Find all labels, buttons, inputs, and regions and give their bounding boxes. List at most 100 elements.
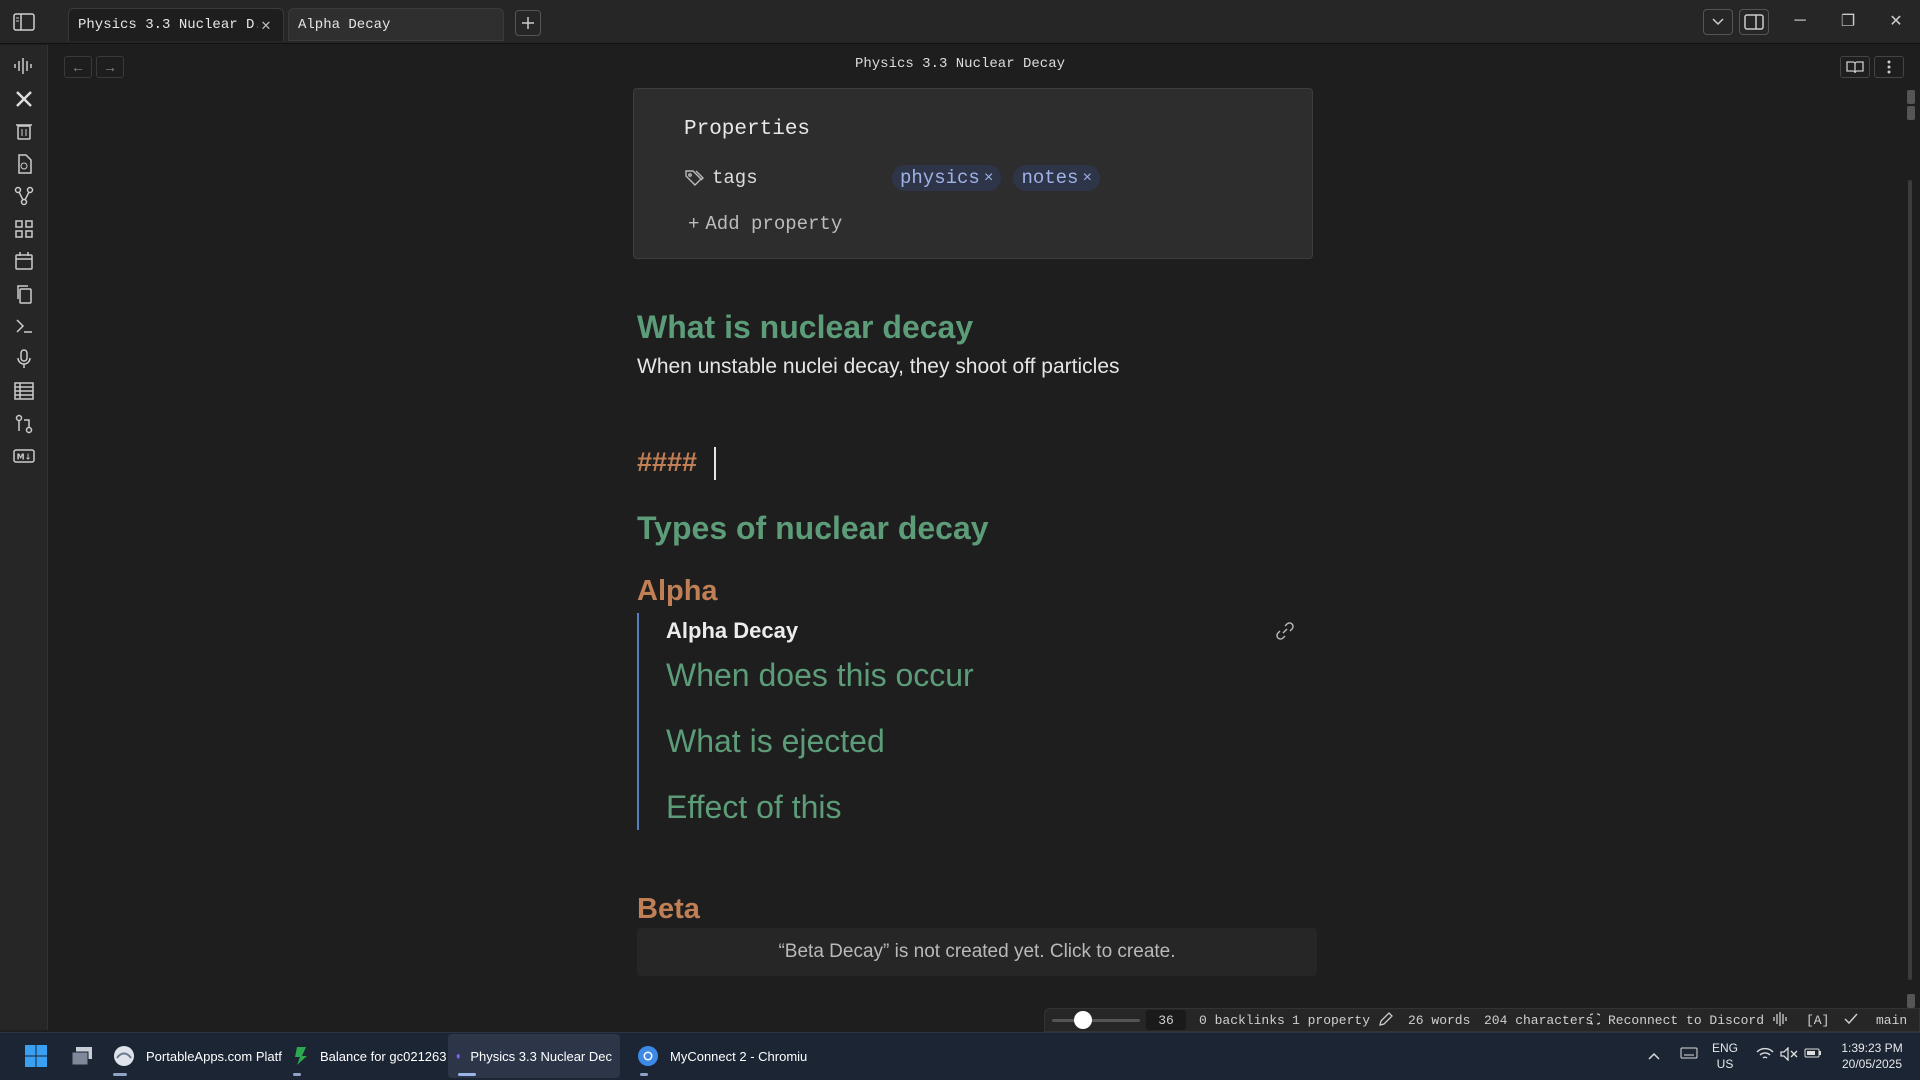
taskbar-app-label: Balance for gc021263 (320, 1048, 447, 1064)
tags-key-label: tags (712, 167, 758, 189)
taskbar-app-chromium[interactable]: MyConnect 2 - Chromiu (628, 1034, 815, 1078)
word-count: 26 words (1408, 1013, 1471, 1028)
scroll-marker (1907, 994, 1915, 1008)
copy-files-icon[interactable] (10, 281, 38, 307)
taskbar-app-balance[interactable]: Balance for gc021263 (284, 1034, 454, 1078)
taskbar-app-label: MyConnect 2 - Chromiu (670, 1048, 808, 1064)
git-branch[interactable]: main (1876, 1013, 1907, 1028)
microphone-icon[interactable] (10, 346, 38, 372)
tab-alpha-decay[interactable]: Alpha Decay (288, 8, 504, 41)
embed-heading: What is ejected (666, 723, 885, 759)
reading-view-icon[interactable] (1840, 56, 1870, 78)
add-property-button[interactable]: + Add property (688, 213, 842, 235)
remove-tag-icon[interactable]: × (984, 169, 994, 187)
trash-icon[interactable] (10, 118, 38, 144)
scroll-marker (1907, 106, 1915, 120)
property-row-tags: tags physics × notes × (684, 164, 1284, 192)
task-view-button[interactable] (60, 1034, 104, 1078)
properties-panel: Properties tags physics × notes × + Add … (633, 88, 1313, 259)
taskbar-app-label: Physics 3.3 Nuclear Dec (470, 1048, 612, 1064)
properties-count[interactable]: 1 property (1292, 1013, 1370, 1028)
tab-list-dropdown[interactable] (1703, 9, 1733, 35)
balance-app-icon (295, 1047, 307, 1065)
discord-reconnect[interactable]: Reconnect to Discord (1608, 1013, 1764, 1028)
document-title: Physics 3.3 Nuclear Decay (854, 56, 1066, 72)
clock-date: 20/05/2025 (1841, 1057, 1903, 1071)
property-key[interactable]: tags (684, 167, 892, 189)
remove-tag-icon[interactable]: × (1082, 169, 1092, 187)
audio-waveform-icon[interactable] (1772, 1011, 1790, 1030)
character-count: 204 characters (1484, 1013, 1594, 1028)
keyboard-icon[interactable] (1680, 1047, 1698, 1063)
text-cursor (714, 447, 716, 480)
embed-title: Alpha Decay (666, 618, 799, 643)
running-indicator (113, 1073, 127, 1076)
new-tab-button[interactable] (515, 10, 541, 36)
start-button[interactable] (14, 1034, 58, 1078)
running-indicator (640, 1073, 648, 1076)
tab-physics-nuclear-decay[interactable]: Physics 3.3 Nuclear D... ✕ (68, 8, 284, 41)
embedded-note-alpha-decay[interactable]: Alpha Decay When does this occur What is… (637, 613, 1317, 830)
region-code: US (1716, 1057, 1734, 1071)
svg-text:M↓: M↓ (17, 453, 32, 462)
embed-heading: When does this occur (666, 657, 974, 693)
tag-pill-notes[interactable]: notes × (1013, 165, 1101, 191)
tab-label: Alpha Decay (298, 16, 391, 33)
tools-icon[interactable] (10, 86, 38, 112)
taskbar-app-obsidian[interactable]: Physics 3.3 Nuclear Dec (448, 1034, 620, 1078)
volume-muted-icon[interactable] (1780, 1046, 1798, 1065)
git-compare-icon[interactable] (10, 411, 38, 437)
vim-mode-indicator: [A] (1806, 1013, 1830, 1028)
terminal-icon[interactable] (10, 313, 38, 339)
file-sync-icon[interactable] (10, 151, 38, 177)
task-view-icon (71, 1047, 92, 1066)
markdown-icon[interactable]: M↓ (10, 443, 38, 469)
heading-beta: Beta (637, 893, 700, 925)
left-ribbon: M↓ (0, 45, 48, 1030)
pencil-icon[interactable] (1378, 1011, 1394, 1030)
table-icon[interactable] (10, 378, 38, 404)
more-options-icon[interactable] (1874, 56, 1904, 78)
heading-alpha: Alpha (637, 575, 718, 607)
close-icon[interactable]: ✕ (258, 17, 274, 35)
active-indicator (458, 1073, 476, 1076)
unresolved-link-beta-decay[interactable]: “Beta Decay” is not created yet. Click t… (637, 928, 1317, 976)
heading-what-is-nuclear-decay: What is nuclear decay (637, 309, 974, 345)
show-hidden-icons-chevron-icon[interactable] (1648, 1048, 1660, 1064)
restore-button[interactable]: ❐ (1828, 8, 1868, 34)
plus-icon: + (688, 213, 700, 235)
portableapps-icon (114, 1046, 134, 1066)
dashboard-icon[interactable] (10, 216, 38, 242)
zoom-slider[interactable] (1052, 1019, 1140, 1022)
link-icon[interactable] (1275, 621, 1295, 641)
discord-icon (1587, 1012, 1603, 1029)
tags-icon (685, 170, 704, 186)
tag-pill-physics[interactable]: physics × (892, 165, 1002, 191)
wifi-icon[interactable] (1756, 1047, 1774, 1065)
zoom-slider-handle[interactable] (1074, 1011, 1092, 1029)
running-indicator (293, 1073, 301, 1076)
language-indicator[interactable]: ENG US (1712, 1040, 1738, 1072)
tab-label: Physics 3.3 Nuclear D... (78, 17, 258, 33)
right-sidebar-toggle-icon[interactable] (1739, 9, 1769, 35)
scrollbar-thumb[interactable] (1908, 180, 1912, 980)
clock[interactable]: 1:39:23 PM 20/05/2025 (1832, 1040, 1912, 1072)
check-icon (1843, 1011, 1859, 1030)
properties-title: Properties (684, 118, 811, 141)
editing-heading-markup[interactable]: #### (637, 447, 697, 478)
close-window-button[interactable]: ✕ (1876, 8, 1916, 34)
sidebar-toggle-icon[interactable] (8, 9, 40, 35)
calendar-icon[interactable] (10, 248, 38, 274)
obsidian-icon (456, 1053, 460, 1059)
scroll-marker (1907, 90, 1915, 104)
taskbar-app-label: PortableApps.com Platf (146, 1048, 282, 1064)
battery-icon[interactable] (1804, 1047, 1822, 1063)
windows-logo-icon (25, 1045, 47, 1067)
add-property-label: Add property (705, 213, 843, 235)
minimize-button[interactable]: ─ (1780, 8, 1820, 34)
graph-view-icon[interactable] (10, 183, 38, 209)
taskbar-app-portableapps[interactable]: PortableApps.com Platf (104, 1034, 290, 1078)
backlinks-count[interactable]: 0 backlinks (1199, 1013, 1285, 1028)
chromium-icon (638, 1046, 658, 1066)
zoom-value[interactable]: 36 (1146, 1010, 1186, 1030)
